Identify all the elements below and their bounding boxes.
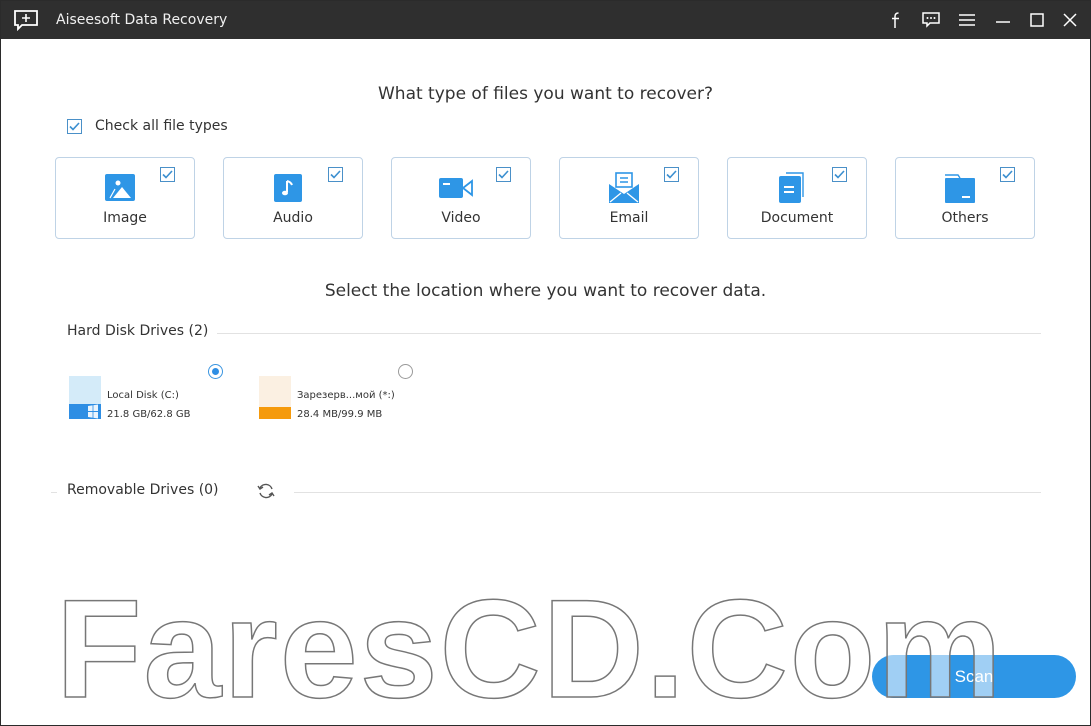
removable-drives-heading: Removable Drives (0)	[67, 482, 219, 498]
minimize-icon	[995, 12, 1011, 28]
minimize-button[interactable]	[992, 9, 1014, 31]
app-window: Aiseesoft Data Recovery What type of fil…	[0, 0, 1091, 726]
app-title: Aiseesoft Data Recovery	[56, 12, 228, 28]
refresh-icon	[256, 483, 276, 505]
file-type-label: Audio	[273, 210, 313, 226]
file-type-label: Document	[760, 210, 834, 226]
feedback-button[interactable]	[920, 9, 942, 31]
folder-icon	[944, 172, 976, 204]
drive-reserved[interactable]: Зарезерв...мой (*:) 28.4 MB/99.9 MB	[259, 376, 409, 421]
scan-button[interactable]: Scan	[872, 655, 1076, 698]
audio-checkbox[interactable]	[328, 167, 343, 182]
drive-name: Local Disk (C:)	[107, 390, 179, 401]
document-checkbox[interactable]	[832, 167, 847, 182]
file-type-label: Email	[609, 210, 649, 226]
drive-name: Зарезерв...мой (*:)	[297, 390, 395, 401]
maximize-button[interactable]	[1026, 9, 1048, 31]
drive-size: 28.4 MB/99.9 MB	[297, 409, 383, 420]
section-divider	[51, 492, 57, 493]
check-all-file-types[interactable]: Check all file types	[67, 118, 228, 134]
title-bar: Aiseesoft Data Recovery	[1, 1, 1090, 39]
envelope-icon	[608, 172, 640, 204]
drive-size: 21.8 GB/62.8 GB	[107, 409, 191, 420]
chat-icon	[921, 11, 941, 29]
file-type-email[interactable]: Email	[559, 157, 699, 239]
drive-reserved-radio[interactable]	[398, 364, 413, 379]
file-type-label: Video	[441, 210, 481, 226]
video-camera-icon	[438, 172, 474, 204]
menu-button[interactable]	[956, 9, 978, 31]
image-checkbox[interactable]	[160, 167, 175, 182]
facebook-icon	[889, 11, 903, 29]
drive-local-disk-c[interactable]: Local Disk (C:) 21.8 GB/62.8 GB	[69, 376, 219, 421]
document-icon	[776, 172, 808, 204]
check-all-label: Check all file types	[95, 118, 228, 134]
maximize-icon	[1029, 12, 1045, 28]
check-all-checkbox[interactable]	[67, 118, 82, 134]
file-type-others[interactable]: Others	[895, 157, 1035, 239]
close-button[interactable]	[1059, 9, 1081, 31]
file-type-image[interactable]: Image	[55, 157, 195, 239]
music-note-icon	[272, 172, 304, 204]
location-question: Select the location where you want to re…	[324, 281, 767, 301]
section-divider	[217, 333, 1041, 334]
facebook-button[interactable]	[885, 9, 907, 31]
others-checkbox[interactable]	[1000, 167, 1015, 182]
file-type-label: Others	[941, 210, 989, 226]
windows-disk-icon	[69, 376, 101, 419]
refresh-button[interactable]	[256, 481, 276, 501]
drive-c-radio[interactable]	[208, 364, 223, 379]
watermark-text: FaresCD.Com	[55, 570, 1004, 726]
file-type-question: What type of files you want to recover?	[377, 84, 714, 104]
file-type-video[interactable]: Video	[391, 157, 531, 239]
file-type-label: Image	[103, 210, 147, 226]
email-checkbox[interactable]	[664, 167, 679, 182]
file-type-document[interactable]: Document	[727, 157, 867, 239]
menu-icon	[958, 12, 976, 28]
video-checkbox[interactable]	[496, 167, 511, 182]
close-icon	[1062, 12, 1078, 28]
disk-icon	[259, 376, 291, 419]
file-type-audio[interactable]: Audio	[223, 157, 363, 239]
section-divider	[294, 492, 1041, 493]
hard-disk-drives-heading: Hard Disk Drives (2)	[67, 323, 209, 339]
image-icon	[104, 172, 136, 204]
feedback-plus-icon	[13, 9, 39, 32]
